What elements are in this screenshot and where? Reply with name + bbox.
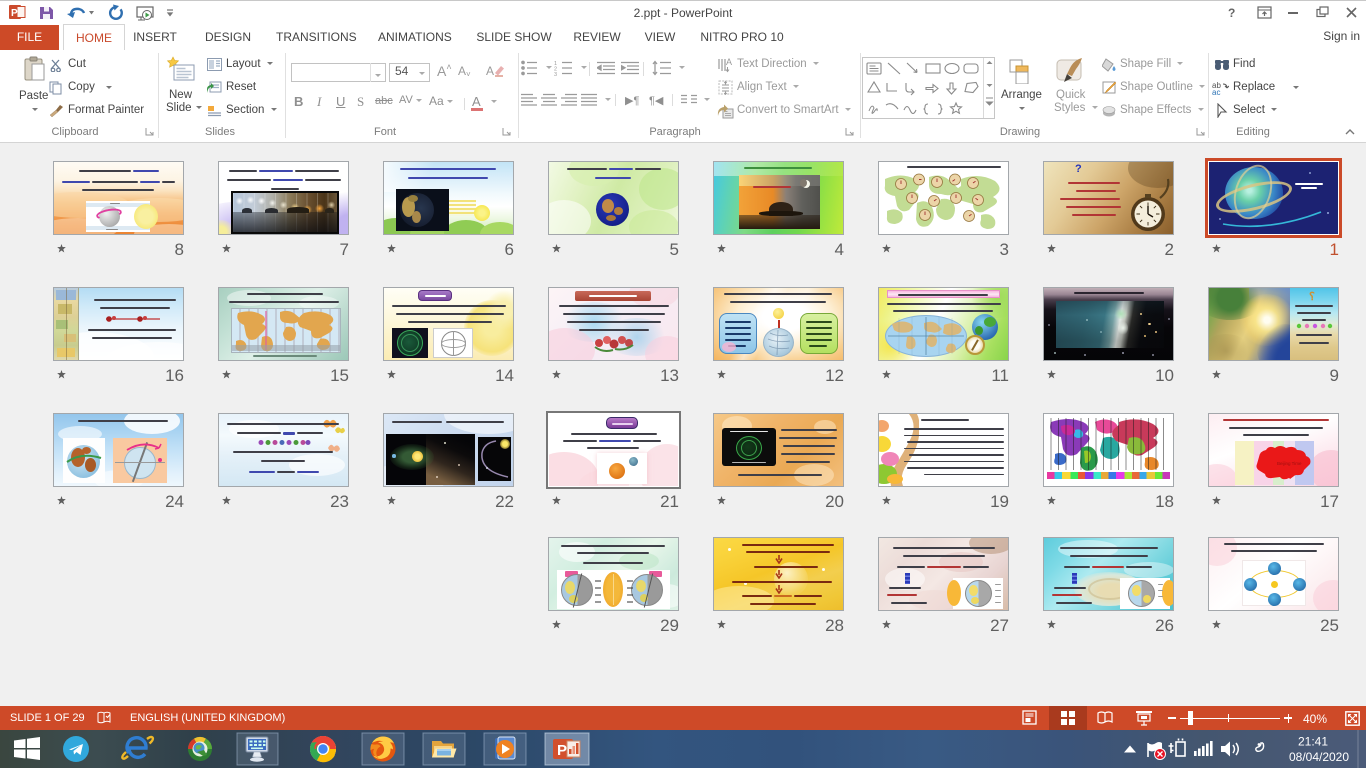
svg-text:3: 3 [554, 72, 557, 76]
svg-text:Beijing Time: Beijing Time [1277, 461, 1302, 466]
svg-text:A: A [726, 57, 732, 67]
svg-text:21:41: 21:41 [1298, 735, 1328, 749]
svg-text:08/04/2020: 08/04/2020 [1289, 750, 1349, 764]
svg-text:P: P [557, 742, 567, 759]
svg-text:ac: ac [1212, 88, 1220, 95]
svg-text:?: ? [1228, 6, 1235, 20]
svg-text:A: A [486, 64, 494, 78]
svg-text:P: P [11, 8, 18, 19]
